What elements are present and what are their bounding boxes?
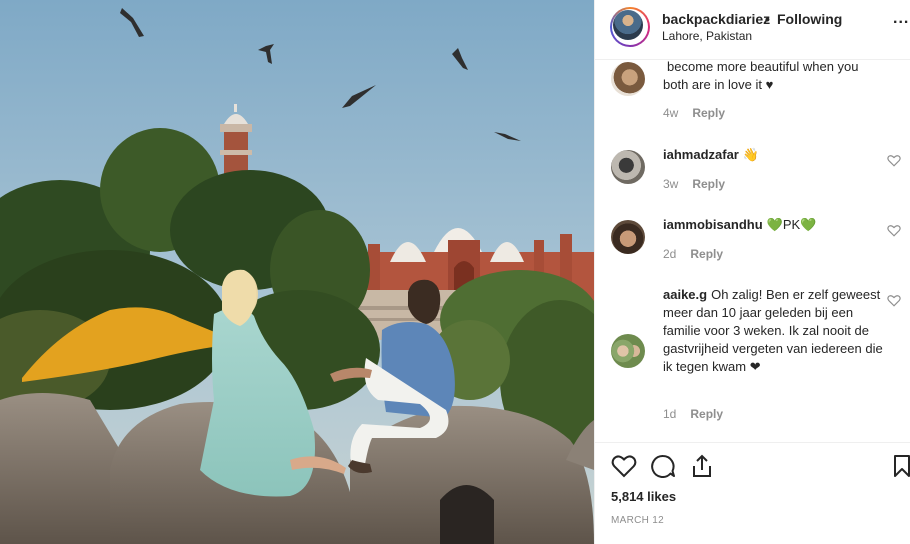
comment-meta: 2d Reply xyxy=(663,247,737,261)
reply-button[interactable]: Reply xyxy=(692,177,725,191)
comment-like-icon[interactable] xyxy=(887,224,901,237)
comment-text: become more beautiful when you both are … xyxy=(663,60,883,94)
post-side-panel: backpackdiariez • Following Lahore, Paki… xyxy=(594,0,910,544)
comment-text: iahmadzafar 👋 xyxy=(663,146,883,164)
comment-text: aaike.g Oh zalig! Ben er zelf geweest mee… xyxy=(663,286,883,376)
post-header: backpackdiariez • Following Lahore, Paki… xyxy=(595,0,910,60)
comment-item: iammobisandhu 💚PK💚 2d Reply xyxy=(595,216,910,264)
comment-body: 👋 xyxy=(742,147,760,162)
comment-age: 2d xyxy=(663,247,677,261)
photo-illustration xyxy=(0,0,594,544)
comment-meta: 4w Reply xyxy=(663,106,739,120)
commenter-avatar[interactable] xyxy=(611,334,645,368)
commenter-avatar[interactable] xyxy=(611,220,645,254)
comment-body: 💚PK💚 xyxy=(766,217,817,232)
author-username[interactable]: backpackdiariez xyxy=(662,11,770,27)
comment-age: 1d xyxy=(663,407,677,421)
comment-item: become more beautiful when you both are … xyxy=(595,60,910,124)
comment-age: 3w xyxy=(663,177,679,191)
comment-item: iahmadzafar 👋 3w Reply xyxy=(595,146,910,194)
author-avatar[interactable] xyxy=(610,7,650,47)
comment-like-icon[interactable] xyxy=(887,294,901,307)
reply-button[interactable]: Reply xyxy=(690,247,723,261)
comment-text: iammobisandhu 💚PK💚 xyxy=(663,216,883,234)
share-icon[interactable] xyxy=(691,454,713,478)
post-actions: 5,814 likes MARCH 12 xyxy=(595,442,910,544)
commenter-avatar[interactable] xyxy=(611,62,645,96)
comment-like-icon[interactable] xyxy=(887,154,901,167)
commenter-avatar[interactable] xyxy=(611,150,645,184)
comment-username[interactable]: aaike.g xyxy=(663,287,707,302)
comment-meta: 1d Reply xyxy=(663,407,737,421)
comment-username[interactable]: iammobisandhu xyxy=(663,217,763,232)
comment-icon[interactable] xyxy=(650,454,676,478)
comment-age: 4w xyxy=(663,106,679,120)
heart-icon[interactable] xyxy=(611,454,637,478)
reply-button[interactable]: Reply xyxy=(690,407,723,421)
comments-list[interactable]: become more beautiful when you both are … xyxy=(595,60,910,442)
header-separator: • xyxy=(765,11,770,27)
bookmark-icon[interactable] xyxy=(893,454,910,478)
reply-button[interactable]: Reply xyxy=(692,106,725,120)
post-date: MARCH 12 xyxy=(611,515,664,526)
comment-item: aaike.g Oh zalig! Ben er zelf geweest mee… xyxy=(595,286,910,426)
comment-body: become more beautiful when you both are … xyxy=(663,60,859,92)
more-icon[interactable]: ... xyxy=(893,10,909,28)
following-button[interactable]: Following xyxy=(777,11,842,27)
post-photo[interactable] xyxy=(0,0,594,544)
comment-meta: 3w Reply xyxy=(663,177,739,191)
comment-username[interactable]: iahmadzafar xyxy=(663,147,739,162)
post-location[interactable]: Lahore, Pakistan xyxy=(662,29,752,43)
likes-count[interactable]: 5,814 likes xyxy=(611,489,676,504)
